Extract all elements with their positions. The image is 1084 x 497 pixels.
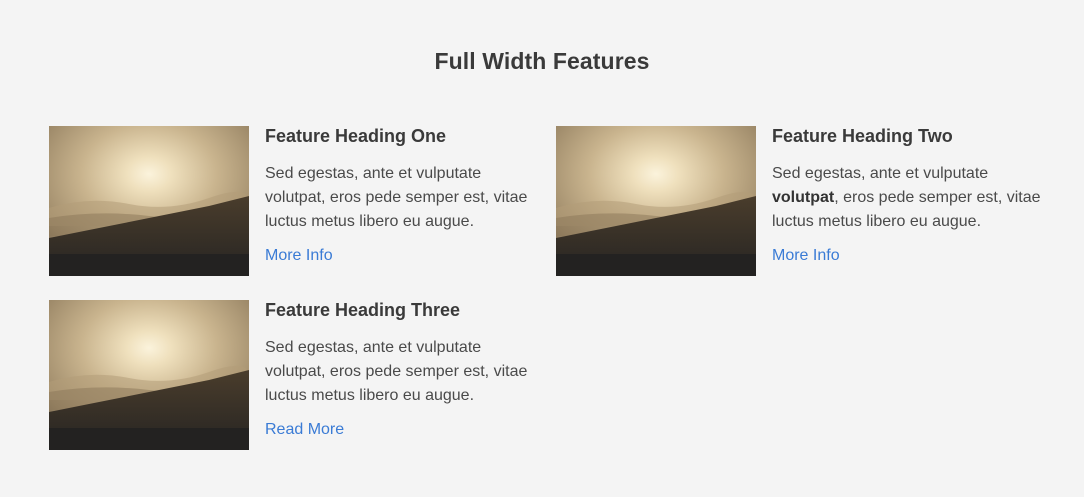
- feature-heading: Feature Heading Two: [772, 126, 953, 146]
- misty-mountain-photo-icon: [556, 126, 756, 276]
- feature-image: [49, 300, 249, 450]
- feature-heading: Feature Heading One: [265, 126, 447, 146]
- feature-heading: Feature Heading Three: [265, 300, 461, 320]
- feature-image: [49, 126, 249, 276]
- misty-mountain-photo-icon: [49, 126, 249, 276]
- read-more-link[interactable]: Read More: [265, 420, 344, 440]
- misty-mountain-photo-icon: [49, 300, 249, 450]
- feature-image: [556, 126, 756, 276]
- feature-description: Sed egestas, ante et vulputate volutpat,…: [265, 339, 528, 404]
- feature-description: Sed egestas, ante et vulputate volutpat,…: [772, 165, 1041, 230]
- feature-card-one: Feature Heading One Sed egestas, ante et…: [49, 126, 539, 276]
- section-title: Full Width Features: [434, 48, 650, 74]
- feature-description: Sed egestas, ante et vulputate volutpat,…: [265, 165, 528, 230]
- more-info-link[interactable]: More Info: [772, 246, 840, 266]
- more-info-link[interactable]: More Info: [265, 246, 333, 266]
- feature-card-two: Feature Heading Two Sed egestas, ante et…: [556, 126, 1046, 276]
- feature-card-three: Feature Heading Three Sed egestas, ante …: [49, 300, 539, 450]
